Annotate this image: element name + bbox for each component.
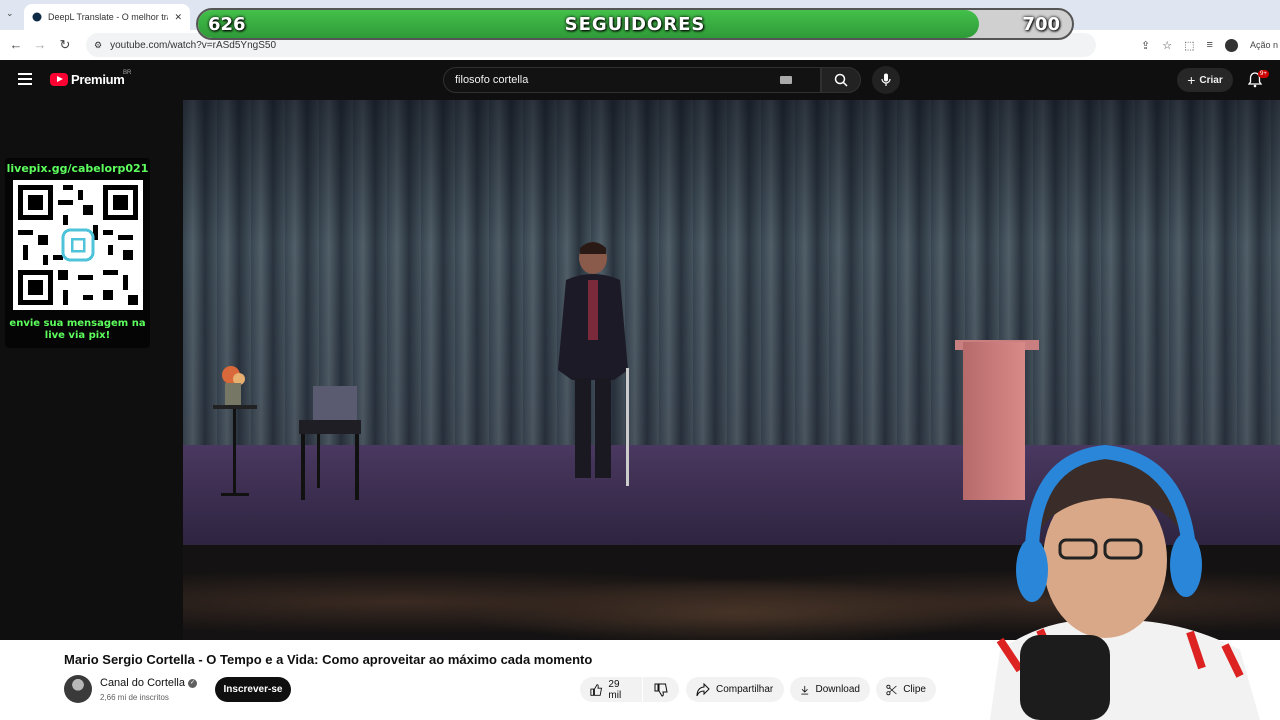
menu-icon[interactable] xyxy=(18,73,32,88)
thumbs-up-icon xyxy=(590,683,603,696)
create-label: Criar xyxy=(1199,74,1223,86)
followers-goal: 700 xyxy=(1022,13,1060,35)
clip-label: Clipe xyxy=(903,684,926,695)
microphone-icon xyxy=(881,73,891,86)
scissors-icon xyxy=(886,684,897,695)
stage-chair xyxy=(287,384,367,504)
forward-icon[interactable]: → xyxy=(28,37,52,52)
pix-url: livepix.gg/cabelorp021 xyxy=(6,162,149,175)
toolbar-actions: ⇪ ☆ ⬚ ≡ Ação n xyxy=(1141,30,1280,60)
back-icon[interactable]: ← xyxy=(4,37,28,52)
channel-name-link[interactable]: Canal do Cortella ✓ xyxy=(100,677,197,689)
side-table-with-flowers xyxy=(211,365,261,505)
notifications-badge: 9+ xyxy=(1258,70,1269,78)
subscriber-count: 2,66 mi de inscritos xyxy=(100,693,169,702)
download-label: Download xyxy=(815,684,860,695)
voice-search-button[interactable] xyxy=(872,66,900,94)
search-input[interactable]: filosofo cortella xyxy=(443,67,821,93)
media-icon[interactable]: ≡ xyxy=(1207,39,1213,51)
reload-icon[interactable]: ↻ xyxy=(53,37,77,53)
install-icon[interactable]: ⇪ xyxy=(1141,39,1150,52)
channel-name: Canal do Cortella xyxy=(100,677,185,689)
streamer-webcam xyxy=(940,440,1280,720)
subscribe-button[interactable]: Inscrever-se xyxy=(215,677,291,702)
youtube-logo[interactable]: Premium BR xyxy=(50,70,131,87)
share-button[interactable]: Compartilhar xyxy=(686,677,784,702)
video-title: Mario Sergio Cortella - O Tempo e a Vida… xyxy=(64,652,593,667)
pix-donation-panel: livepix.gg/cabelorp021 envie sua mensage… xyxy=(5,158,150,348)
thumbs-down-icon xyxy=(654,683,668,697)
bookmark-star-icon[interactable]: ☆ xyxy=(1162,39,1172,52)
followers-label: SEGUIDORES xyxy=(564,13,706,35)
search-icon xyxy=(834,73,848,87)
keyboard-icon[interactable] xyxy=(780,76,792,84)
youtube-play-icon xyxy=(50,73,68,86)
share-icon xyxy=(696,682,710,696)
logo-text: Premium xyxy=(71,72,125,87)
follower-goal-bar: 626 SEGUIDORES 700 xyxy=(196,8,1074,40)
channel-avatar[interactable] xyxy=(64,675,92,703)
share-label: Compartilhar xyxy=(716,684,774,695)
url-text: youtube.com/watch?v=rASd5YngS50 xyxy=(110,39,277,51)
profile-action-label[interactable]: Ação n xyxy=(1250,40,1278,50)
tab-close-icon[interactable]: ✕ xyxy=(174,12,182,23)
plus-icon: + xyxy=(1187,72,1196,88)
speaker-figure xyxy=(548,240,638,490)
deepl-favicon-icon xyxy=(32,12,42,22)
create-button[interactable]: + Criar xyxy=(1177,68,1233,92)
site-settings-icon[interactable]: ⚙ xyxy=(94,40,102,51)
browser-tab[interactable]: DeepL Translate - O melhor tra ✕ xyxy=(24,4,190,30)
search-query-text: filosofo cortella xyxy=(455,74,529,86)
tab-list-icon[interactable]: ⌄ xyxy=(6,8,14,19)
verified-icon: ✓ xyxy=(188,678,197,688)
pix-message: envie sua mensagem na live via pix! xyxy=(9,318,146,341)
clip-button[interactable]: Clipe xyxy=(876,677,936,702)
profile-avatar[interactable] xyxy=(1224,38,1238,52)
youtube-header: Premium BR filosofo cortella + Criar xyxy=(0,60,1280,100)
search-button[interactable] xyxy=(821,67,861,93)
tab-title: DeepL Translate - O melhor tra xyxy=(48,12,169,22)
logo-region: BR xyxy=(123,70,132,76)
like-count: 29 mil xyxy=(608,678,622,701)
qr-code xyxy=(13,180,143,310)
dislike-button[interactable] xyxy=(643,677,679,702)
extensions-icon[interactable]: ⬚ xyxy=(1184,39,1194,52)
download-icon xyxy=(801,685,809,694)
download-button[interactable]: Download xyxy=(790,677,870,702)
like-button[interactable]: 29 mil xyxy=(580,677,642,702)
